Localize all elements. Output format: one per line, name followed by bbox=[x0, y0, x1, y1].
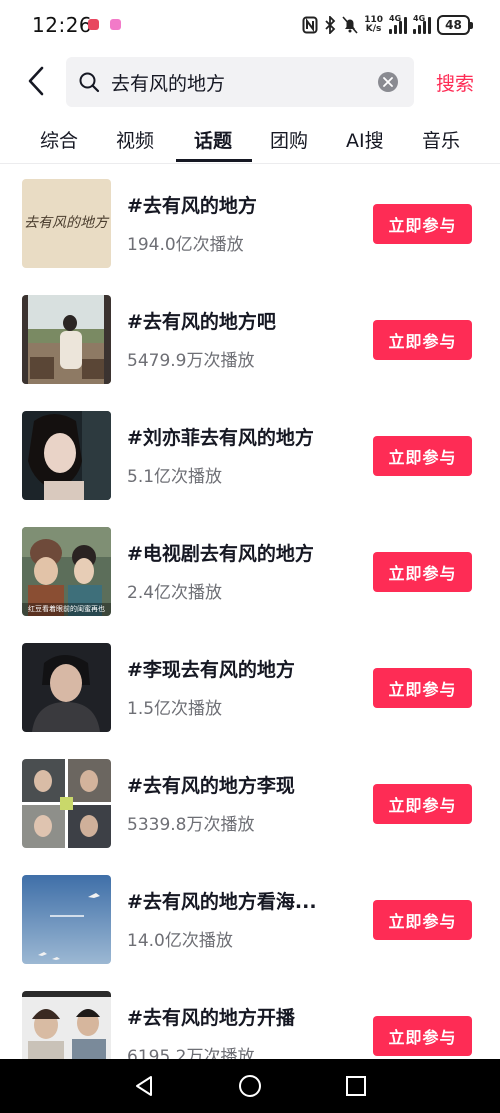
topic-thumbnail bbox=[22, 759, 111, 848]
topic-thumbnail: 红豆看着眼前的闺蜜再也 bbox=[22, 527, 111, 616]
search-icon bbox=[79, 72, 100, 93]
join-button[interactable]: 立即参与 bbox=[373, 204, 472, 244]
signal-type-label: 4G bbox=[389, 14, 402, 23]
topic-play-count: 1.5亿次播放 bbox=[127, 699, 223, 719]
battery-icon: 48 bbox=[437, 15, 473, 35]
topic-play-count: 2.4亿次播放 bbox=[127, 583, 223, 603]
back-triangle-icon[interactable] bbox=[132, 1074, 156, 1098]
search-box[interactable] bbox=[66, 57, 414, 107]
join-button[interactable]: 立即参与 bbox=[373, 320, 472, 360]
topic-play-count: 5479.9万次播放 bbox=[127, 351, 255, 371]
topic-row[interactable]: 去有风的地方 #去有风的地方 194.0亿次播放 立即参与 bbox=[0, 164, 500, 280]
topic-title: #电视剧去有风的地方 bbox=[127, 543, 314, 565]
status-bar: 12:26 110 K/s 4G 4G 48 bbox=[0, 0, 500, 52]
topic-thumbnail bbox=[22, 991, 111, 1059]
topic-row[interactable]: 红豆看着眼前的闺蜜再也 #电视剧去有风的地方 2.4亿次播放 立即参与 bbox=[0, 512, 500, 628]
topic-thumbnail: 去有风的地方 bbox=[22, 179, 111, 268]
mute-bell-icon bbox=[342, 16, 358, 34]
join-button[interactable]: 立即参与 bbox=[373, 900, 472, 940]
network-speed-unit: K/s bbox=[365, 24, 382, 34]
topic-thumbnail bbox=[22, 643, 111, 732]
network-speed: 110 K/s bbox=[364, 16, 383, 34]
topic-play-count: 5.1亿次播放 bbox=[127, 467, 223, 487]
topic-title: #去有风的地方李现 bbox=[127, 775, 295, 797]
topic-thumbnail bbox=[22, 295, 111, 384]
home-circle-icon[interactable] bbox=[238, 1074, 262, 1098]
join-button[interactable]: 立即参与 bbox=[373, 668, 472, 708]
clear-search-button[interactable] bbox=[378, 72, 398, 92]
tab-topic[interactable]: 话题 bbox=[194, 126, 232, 153]
thumbnail-calligraphy-text: 去有风的地方 bbox=[24, 215, 110, 231]
active-tab-indicator bbox=[176, 159, 252, 162]
topic-row[interactable]: #去有风的地方吧 5479.9万次播放 立即参与 bbox=[0, 280, 500, 396]
search-input[interactable] bbox=[111, 69, 371, 95]
topic-row[interactable]: #李现去有风的地方 1.5亿次播放 立即参与 bbox=[0, 628, 500, 744]
search-header: 搜索 bbox=[0, 52, 500, 110]
tab-video[interactable]: 视频 bbox=[116, 126, 154, 153]
signal-icon: 4G bbox=[389, 14, 407, 34]
join-button[interactable]: 立即参与 bbox=[373, 1016, 472, 1056]
join-button[interactable]: 立即参与 bbox=[373, 784, 472, 824]
tab-comprehensive[interactable]: 综合 bbox=[40, 126, 78, 153]
topic-title: #去有风的地方 bbox=[127, 195, 257, 217]
status-icons: 110 K/s 4G 4G 48 bbox=[302, 14, 473, 36]
topic-title: #去有风的地方看海... bbox=[127, 891, 317, 913]
topic-title: #刘亦菲去有风的地方 bbox=[127, 427, 314, 449]
back-button[interactable] bbox=[22, 62, 56, 100]
topic-play-count: 5339.8万次播放 bbox=[127, 815, 255, 835]
battery-level: 48 bbox=[445, 18, 462, 32]
back-arrow-icon bbox=[28, 66, 44, 96]
topic-result-list: 去有风的地方 #去有风的地方 194.0亿次播放 立即参与 #去有风的地方吧 5… bbox=[0, 164, 500, 1059]
signal-icon: 4G bbox=[413, 14, 431, 34]
system-navigation-bar bbox=[0, 1059, 500, 1113]
search-button[interactable]: 搜索 bbox=[436, 69, 474, 96]
topic-play-count: 14.0亿次播放 bbox=[127, 931, 233, 951]
notification-app-icon bbox=[110, 19, 121, 30]
topic-play-count: 6195.2万次播放 bbox=[127, 1047, 255, 1059]
topic-row[interactable]: #去有风的地方看海... 14.0亿次播放 立即参与 bbox=[0, 860, 500, 976]
topic-title: #去有风的地方吧 bbox=[127, 311, 276, 333]
notification-app-icon bbox=[88, 19, 99, 30]
status-time: 12:26 bbox=[32, 13, 93, 37]
bluetooth-icon bbox=[324, 16, 336, 34]
tab-music[interactable]: 音乐 bbox=[422, 126, 460, 153]
join-button[interactable]: 立即参与 bbox=[373, 436, 472, 476]
topic-title: #去有风的地方开播 bbox=[127, 1007, 295, 1029]
thumbnail-subtitle: 红豆看着眼前的闺蜜再也 bbox=[28, 605, 105, 613]
nfc-icon bbox=[302, 16, 318, 34]
tab-group-buy[interactable]: 团购 bbox=[270, 126, 308, 153]
signal-type-label: 4G bbox=[413, 14, 426, 23]
search-tabs: 综合 视频 话题 团购 AI搜 音乐 bbox=[0, 110, 500, 164]
topic-play-count: 194.0亿次播放 bbox=[127, 235, 244, 255]
recents-square-icon[interactable] bbox=[344, 1074, 368, 1098]
topic-row[interactable]: #去有风的地方李现 5339.8万次播放 立即参与 bbox=[0, 744, 500, 860]
topic-thumbnail bbox=[22, 875, 111, 964]
close-icon bbox=[383, 77, 393, 87]
topic-row[interactable]: #去有风的地方开播 6195.2万次播放 立即参与 bbox=[0, 976, 500, 1059]
topic-row[interactable]: #刘亦菲去有风的地方 5.1亿次播放 立即参与 bbox=[0, 396, 500, 512]
tab-ai-search[interactable]: AI搜 bbox=[346, 126, 384, 153]
join-button[interactable]: 立即参与 bbox=[373, 552, 472, 592]
topic-title: #李现去有风的地方 bbox=[127, 659, 295, 681]
topic-thumbnail bbox=[22, 411, 111, 500]
